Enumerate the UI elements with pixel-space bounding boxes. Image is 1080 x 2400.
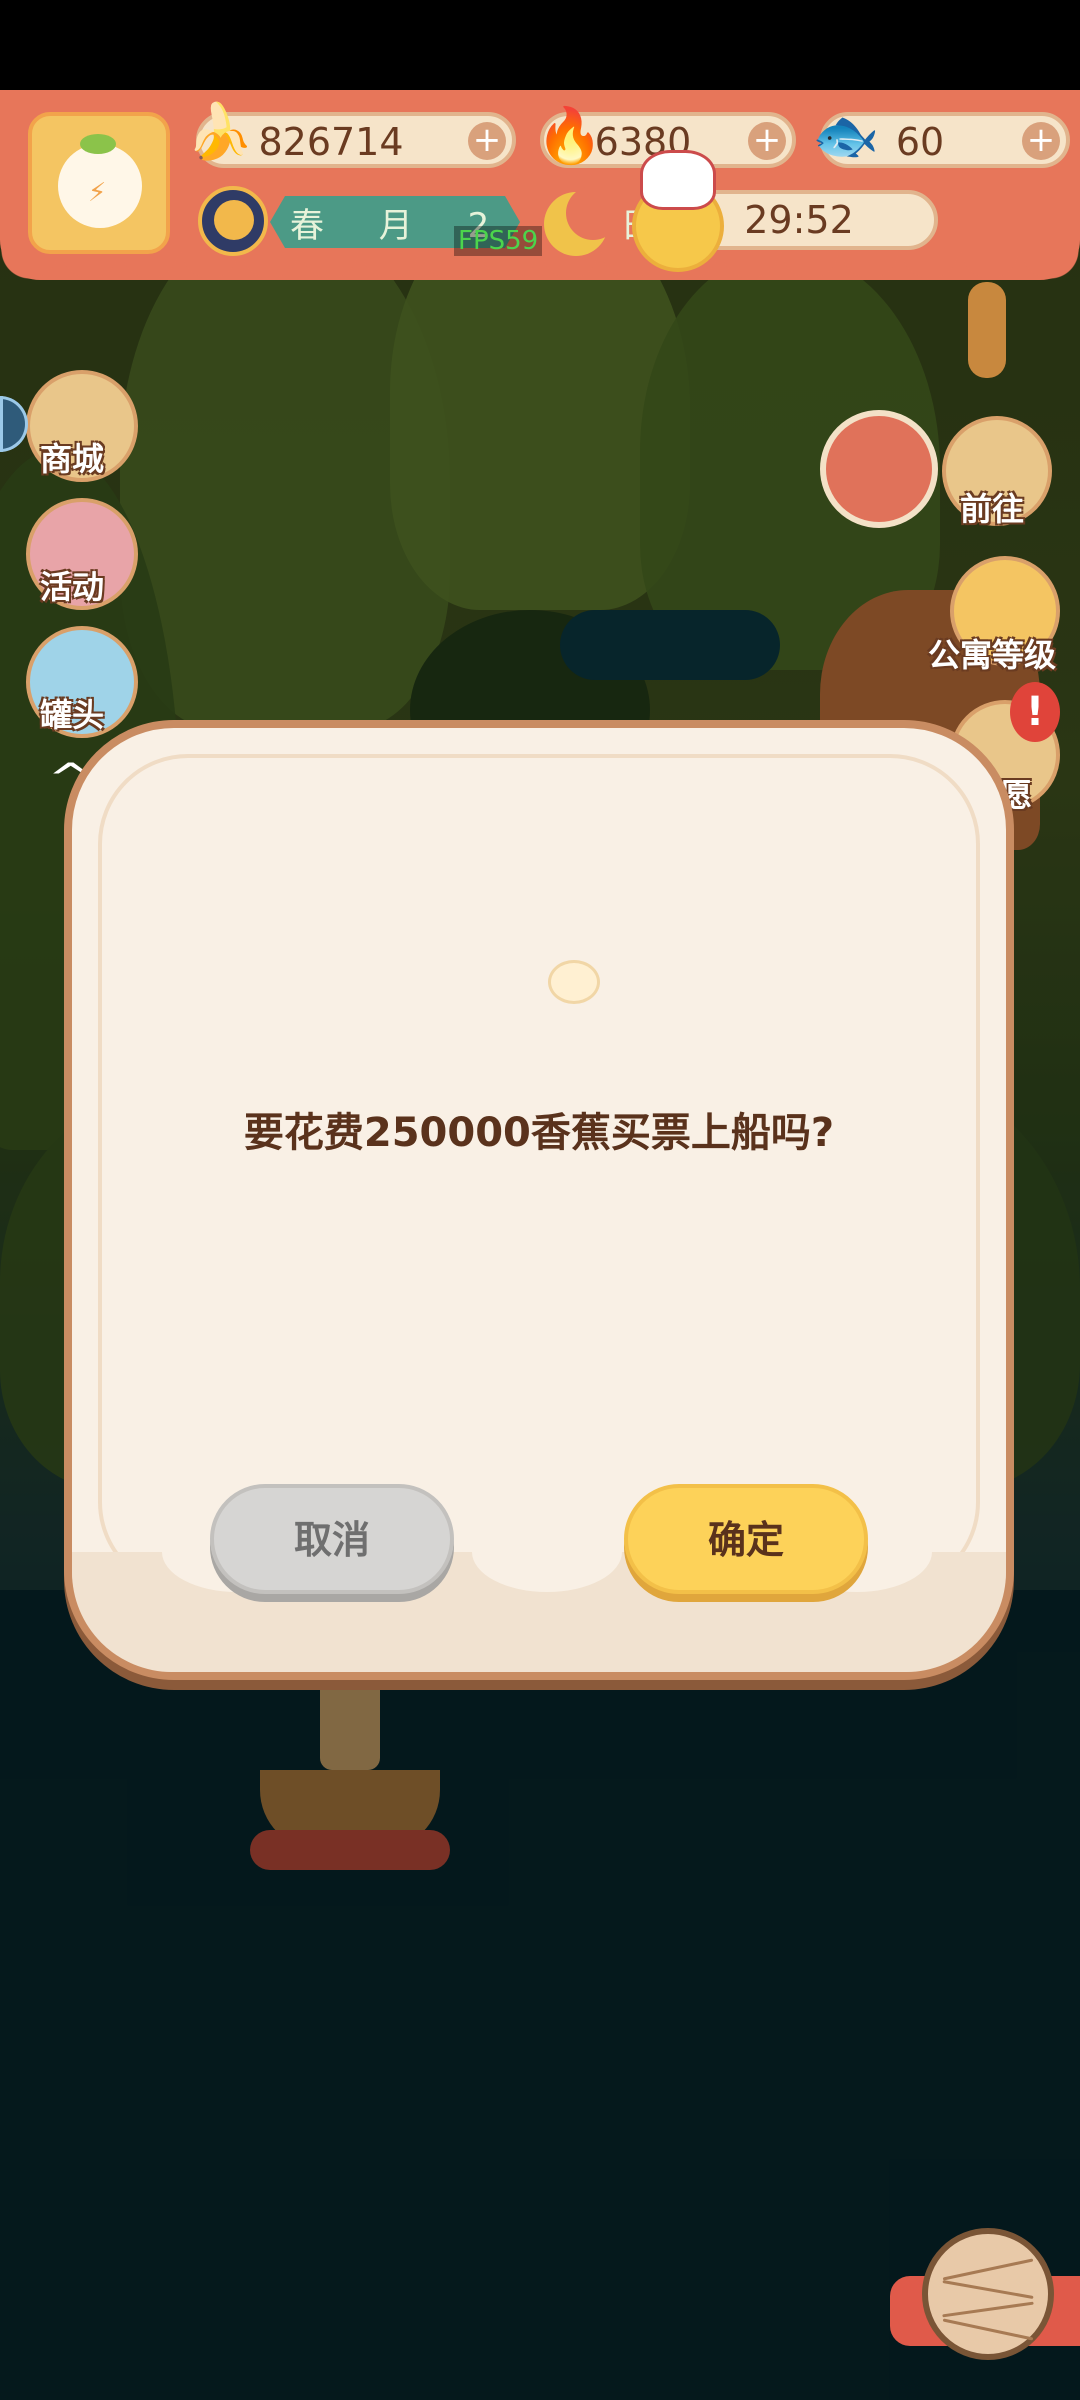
hud-scallop bbox=[0, 250, 1080, 290]
shop-label: 商城 bbox=[40, 440, 105, 478]
fish-icon: 🐟 bbox=[812, 104, 880, 167]
plus-icon[interactable]: + bbox=[748, 122, 786, 160]
pet-icon bbox=[640, 150, 716, 210]
apartment-level-label: 公寓等级 bbox=[928, 636, 1057, 674]
dialog-wave bbox=[72, 1552, 1006, 1672]
flame-icon: 🔥 bbox=[536, 104, 604, 167]
confirm-dialog bbox=[64, 720, 1014, 1680]
status-bar bbox=[0, 0, 1080, 90]
map-button[interactable] bbox=[820, 410, 938, 528]
season-badge[interactable] bbox=[198, 186, 268, 256]
pet-icon bbox=[548, 960, 600, 1004]
event-label: 活动 bbox=[40, 568, 105, 606]
fps-counter: FPS59 bbox=[454, 226, 543, 256]
yarn-ball-button[interactable] bbox=[922, 2228, 1054, 2360]
go-label: 前往 bbox=[960, 490, 1025, 528]
dialog-message: 要花费250000香蕉买票上船吗? bbox=[243, 1110, 835, 1156]
confirm-button[interactable]: 确定 bbox=[624, 1484, 868, 1594]
plus-icon[interactable]: + bbox=[468, 122, 506, 160]
alert-badge: ! bbox=[1010, 682, 1060, 742]
cancel-button[interactable]: 取消 bbox=[210, 1484, 454, 1594]
plus-icon[interactable]: + bbox=[1022, 122, 1060, 160]
bolt-icon: ⚡ bbox=[88, 178, 107, 208]
can-label: 罐头 bbox=[40, 696, 105, 734]
rope bbox=[968, 282, 1006, 378]
sun-icon bbox=[214, 200, 254, 240]
player-avatar[interactable]: ⚡ bbox=[28, 112, 170, 254]
leaf-icon bbox=[80, 134, 116, 154]
banana-icon: 🍌 bbox=[186, 100, 254, 163]
